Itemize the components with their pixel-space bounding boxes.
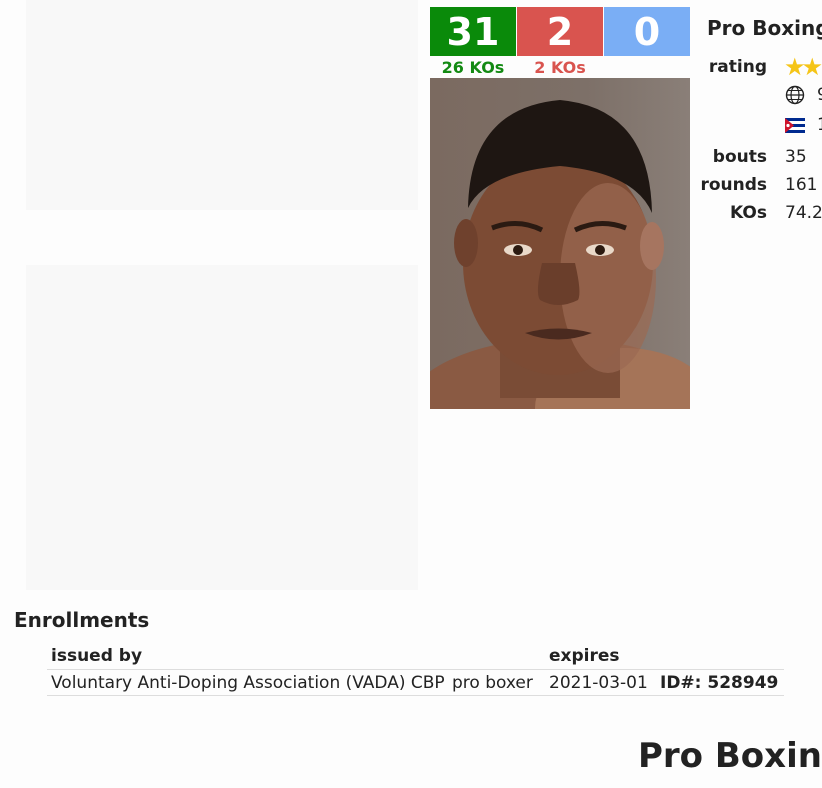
country-rank-fragment: 1 xyxy=(817,115,822,135)
star-icon: ★★ xyxy=(784,53,822,81)
table-header-divider xyxy=(47,669,784,670)
enrollment-id: ID#: 528949 xyxy=(660,673,779,693)
bouts-label: bouts xyxy=(712,147,767,167)
kos-label: KOs xyxy=(730,203,767,223)
column-header-issued-by: issued by xyxy=(51,646,143,666)
ad-placeholder-top xyxy=(26,0,418,210)
kos-value: 74.29 xyxy=(785,203,822,223)
wins-kos: 26 KOs xyxy=(441,58,505,77)
record-losses: 2 xyxy=(517,7,603,56)
enrollment-role: pro boxer xyxy=(452,673,533,693)
rounds-value: 161 xyxy=(785,175,818,195)
table-row-divider xyxy=(47,695,784,696)
losses-kos: 2 KOs xyxy=(534,58,586,77)
enrollment-issuer: Voluntary Anti-Doping Association (VADA)… xyxy=(51,673,445,693)
cuba-flag-icon xyxy=(785,118,805,133)
bouts-value: 35 xyxy=(785,147,807,167)
rating-label: rating xyxy=(708,57,767,77)
ad-placeholder-bottom xyxy=(26,265,418,590)
world-rank-fragment: 9 xyxy=(817,85,822,105)
section-title-pro-boxing: Pro Boxing xyxy=(638,736,822,776)
enrollments-title: Enrollments xyxy=(14,608,150,632)
record-wins: 31 xyxy=(430,7,516,56)
column-header-expires: expires xyxy=(549,646,620,666)
panel-title: Pro Boxing xyxy=(707,16,822,40)
rounds-label: rounds xyxy=(700,175,767,195)
boxer-photo xyxy=(430,78,690,409)
globe-icon xyxy=(785,85,805,105)
enrollment-expires: 2021-03-01 xyxy=(549,673,648,693)
record-draws: 0 xyxy=(604,7,690,56)
